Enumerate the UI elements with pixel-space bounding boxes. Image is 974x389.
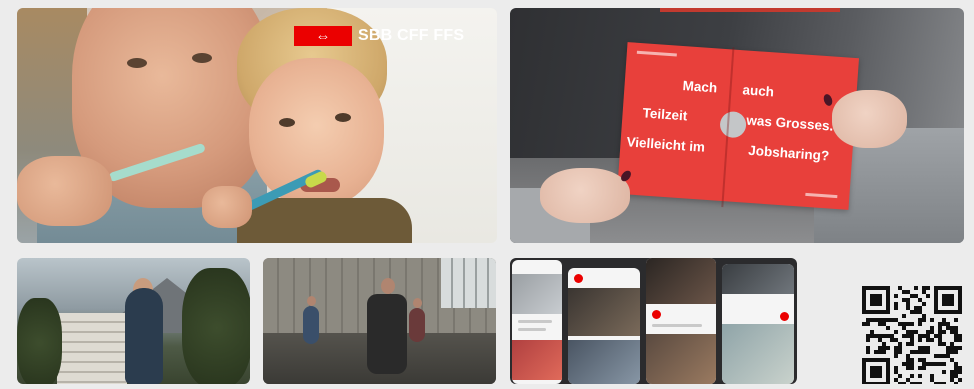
player-head — [307, 296, 316, 306]
card-text-left-3: Vielleicht im — [626, 134, 706, 155]
left-hand — [540, 168, 630, 223]
phone-screen — [568, 268, 640, 384]
sbb-avatar — [652, 310, 661, 319]
card-text-right-3: Jobsharing? — [747, 142, 830, 164]
child-shirt — [237, 198, 412, 243]
phone-screen — [512, 260, 562, 384]
post-image — [512, 274, 562, 314]
player-head — [381, 278, 395, 294]
post-image — [722, 324, 794, 384]
sbb-wordmark: SBB CFF FFS — [358, 27, 465, 44]
gym-photo-tile[interactable] — [263, 258, 496, 384]
tree — [17, 298, 62, 384]
text-line — [518, 320, 552, 323]
gym-window — [441, 258, 496, 308]
card-text-right-2: was Grosses. — [745, 112, 834, 134]
adult-hand — [17, 156, 112, 226]
sbb-logo-mark-icon: ⇔ — [294, 26, 352, 46]
puzzle-card-tile[interactable]: Mach auch Teilzeit was Grosses. Vielleic… — [510, 8, 964, 243]
card-text-right-1: auch — [742, 82, 775, 100]
child-hand — [202, 186, 252, 228]
player-foreground — [367, 294, 407, 374]
family-photo-tile[interactable]: ⇔ SBB CFF FFS — [17, 8, 497, 243]
apartment-building — [57, 313, 127, 384]
social-media-collage-tile[interactable] — [510, 258, 797, 384]
card-text-left-2: Teilzeit — [642, 105, 688, 124]
child-eye — [335, 113, 351, 122]
card-small-print — [636, 50, 677, 57]
player-head — [413, 298, 422, 308]
post-image — [512, 340, 562, 380]
adult-eye — [192, 53, 212, 63]
phone-screen — [646, 258, 716, 384]
post-image — [722, 264, 794, 294]
text-line — [652, 324, 702, 327]
player — [409, 308, 425, 342]
child-eye — [279, 118, 295, 127]
qr-code-graphic — [862, 286, 962, 386]
card-small-logo — [805, 192, 838, 199]
tree — [182, 268, 250, 384]
train-accent-stripe — [660, 8, 840, 12]
qr-code-icon[interactable] — [861, 286, 963, 386]
hiker-photo-tile[interactable] — [17, 258, 250, 384]
sbb-avatar — [780, 312, 789, 321]
adult-eye — [127, 58, 147, 68]
text-line — [518, 328, 546, 331]
puzzle-card: Mach auch Teilzeit was Grosses. Vielleic… — [616, 42, 860, 210]
sbb-logo[interactable]: ⇔ SBB CFF FFS — [294, 26, 464, 46]
card-text-left-1: Mach — [682, 78, 718, 96]
post-image — [646, 334, 716, 384]
right-hand — [832, 90, 907, 148]
post-image — [568, 288, 640, 336]
hiker — [125, 288, 163, 384]
phone-screen — [722, 264, 794, 384]
post-image — [568, 340, 640, 384]
player — [303, 306, 319, 344]
post-image — [646, 258, 716, 304]
sbb-avatar — [574, 274, 583, 283]
